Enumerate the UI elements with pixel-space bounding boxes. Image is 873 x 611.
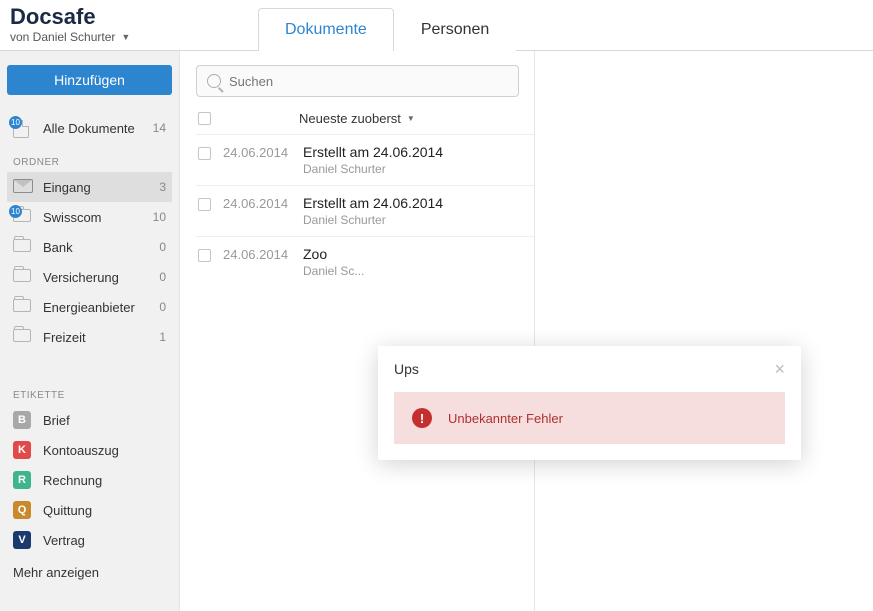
section-folders-title: ORDNER (7, 143, 172, 172)
search-icon (207, 74, 221, 88)
document-date: 24.06.2014 (223, 195, 291, 211)
sidebar-folder-energieanbieter[interactable]: Energieanbieter 0 (7, 292, 172, 322)
sidebar-item-count: 0 (148, 270, 166, 284)
list-header: Neueste zuoberst ▼ (196, 97, 534, 134)
sidebar-item-label: Versicherung (43, 270, 138, 285)
document-icon: 10 (13, 120, 33, 136)
app-title: Docsafe (10, 5, 170, 28)
sidebar-item-label: Energieanbieter (43, 300, 138, 315)
show-more-link[interactable]: Mehr anzeigen (7, 555, 172, 584)
tag-letter-box: B (13, 411, 31, 429)
tag-brief[interactable]: B Brief (7, 405, 172, 435)
tag-letter-box: V (13, 531, 31, 549)
owner-label: von Daniel Schurter (10, 30, 115, 44)
document-row[interactable]: 24.06.2014 Erstellt am 24.06.2014 Daniel S… (196, 134, 534, 185)
search-input[interactable] (229, 74, 508, 89)
document-author: Daniel Schurter (303, 213, 443, 227)
folder-icon (13, 329, 33, 345)
sidebar-folder-versicherung[interactable]: Versicherung 0 (7, 262, 172, 292)
tag-label: Kontoauszug (43, 443, 119, 458)
sidebar-item-count: 0 (148, 300, 166, 314)
error-message: Unbekannter Fehler (448, 411, 563, 426)
chevron-down-icon: ▼ (407, 114, 415, 123)
sidebar-all-documents[interactable]: 10 Alle Dokumente 14 (7, 113, 172, 143)
document-title: Erstellt am 24.06.2014 (303, 144, 443, 160)
tag-letter-box: R (13, 471, 31, 489)
badge-count: 10 (9, 116, 22, 129)
document-date: 24.06.2014 (223, 144, 291, 160)
sidebar-item-label: Alle Dokumente (43, 121, 138, 136)
modal-title: Ups (394, 361, 419, 377)
sidebar-item-label: Freizeit (43, 330, 138, 345)
select-all-checkbox[interactable] (198, 112, 211, 125)
close-icon[interactable]: × (774, 360, 785, 378)
error-modal: Ups × ! Unbekannter Fehler (378, 346, 801, 460)
row-checkbox[interactable] (198, 198, 211, 211)
content-pane: Neueste zuoberst ▼ 24.06.2014 Erstellt am… (180, 51, 535, 611)
brand-block: Docsafe von Daniel Schurter ▼ (0, 0, 180, 50)
main-tabs: Dokumente Personen (258, 7, 516, 50)
sidebar-item-count: 3 (148, 180, 166, 194)
app-header: Docsafe von Daniel Schurter ▼ Dokumente … (0, 0, 873, 51)
sort-label: Neueste zuoberst (299, 111, 401, 126)
document-author: Daniel Sc... (303, 264, 364, 278)
inbox-icon (13, 179, 33, 195)
chevron-down-icon: ▼ (121, 32, 130, 42)
badge-count: 10 (9, 205, 22, 218)
sidebar-folder-swisscom[interactable]: 10 Swisscom 10 (7, 202, 172, 232)
tag-vertrag[interactable]: V Vertrag (7, 525, 172, 555)
owner-dropdown[interactable]: von Daniel Schurter ▼ (10, 30, 170, 44)
sidebar-item-label: Eingang (43, 180, 138, 195)
document-author: Daniel Schurter (303, 162, 443, 176)
tag-quittung[interactable]: Q Quittung (7, 495, 172, 525)
sort-dropdown[interactable]: Neueste zuoberst ▼ (299, 111, 415, 126)
sidebar-item-count: 10 (148, 210, 166, 224)
folder-icon (13, 299, 33, 315)
sidebar-folder-freizeit[interactable]: Freizeit 1 (7, 322, 172, 352)
add-button[interactable]: Hinzufügen (7, 65, 172, 95)
sidebar-item-count: 1 (148, 330, 166, 344)
sidebar-folder-bank[interactable]: Bank 0 (7, 232, 172, 262)
document-title: Erstellt am 24.06.2014 (303, 195, 443, 211)
tag-label: Quittung (43, 503, 92, 518)
detail-pane (535, 51, 873, 611)
tag-letter-box: K (13, 441, 31, 459)
document-title: Zoo (303, 246, 364, 262)
tag-label: Brief (43, 413, 70, 428)
sidebar-item-count: 14 (148, 121, 166, 135)
search-box[interactable] (196, 65, 519, 97)
row-checkbox[interactable] (198, 147, 211, 160)
sidebar: Hinzufügen 10 Alle Dokumente 14 ORDNER E… (0, 51, 180, 611)
sidebar-item-label: Bank (43, 240, 138, 255)
tab-persons[interactable]: Personen (394, 8, 517, 51)
document-row[interactable]: 24.06.2014 Zoo Daniel Sc... (196, 236, 534, 287)
document-date: 24.06.2014 (223, 246, 291, 262)
tag-letter-box: Q (13, 501, 31, 519)
row-checkbox[interactable] (198, 249, 211, 262)
folder-icon (13, 269, 33, 285)
tab-documents[interactable]: Dokumente (258, 8, 394, 51)
sidebar-item-label: Swisscom (43, 210, 138, 225)
tag-kontoauszug[interactable]: K Kontoauszug (7, 435, 172, 465)
tag-label: Rechnung (43, 473, 102, 488)
sidebar-folder-eingang[interactable]: Eingang 3 (7, 172, 172, 202)
sidebar-item-count: 0 (148, 240, 166, 254)
document-row[interactable]: 24.06.2014 Erstellt am 24.06.2014 Daniel S… (196, 185, 534, 236)
folder-icon (13, 239, 33, 255)
section-tags-title: ETIKETTE (7, 376, 172, 405)
tag-rechnung[interactable]: R Rechnung (7, 465, 172, 495)
error-icon: ! (412, 408, 432, 428)
folder-icon: 10 (13, 209, 33, 225)
tag-label: Vertrag (43, 533, 85, 548)
